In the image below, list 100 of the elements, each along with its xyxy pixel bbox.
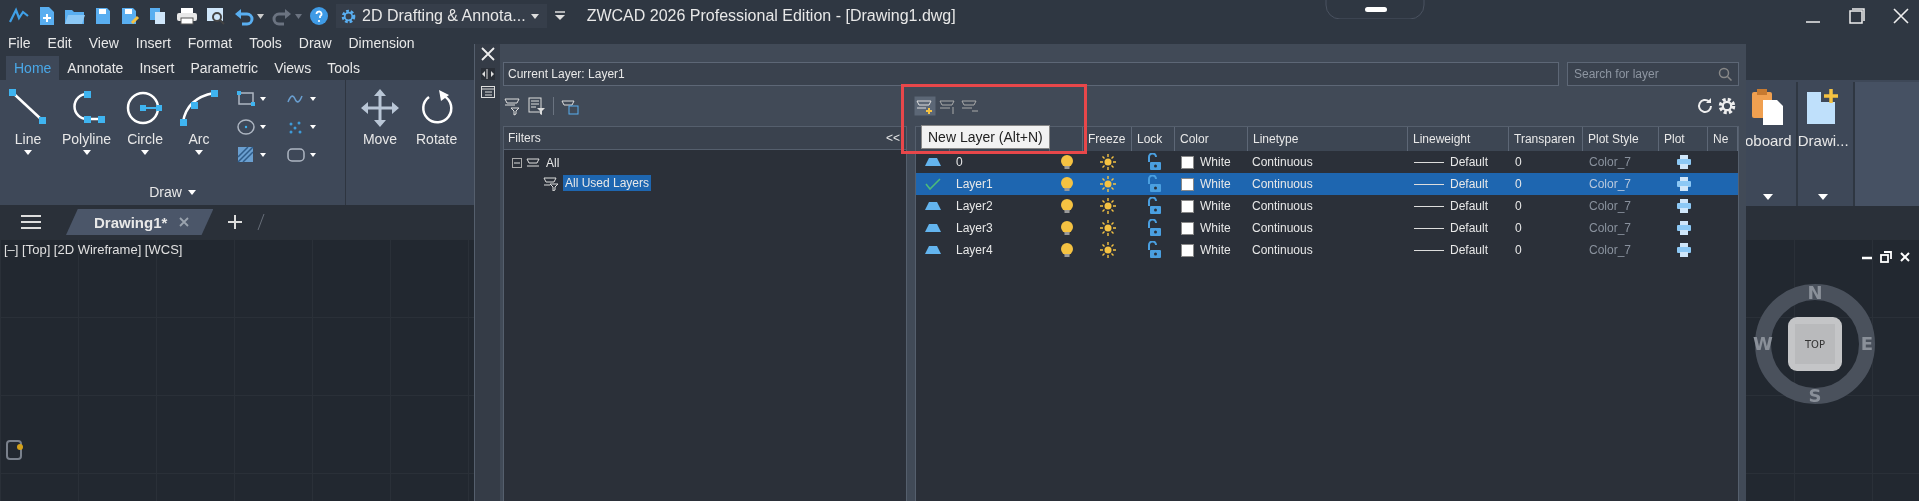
ellipse-icon[interactable] — [237, 118, 268, 136]
linetype-cell[interactable]: Continuous — [1248, 173, 1408, 195]
transparency-cell[interactable]: 0 — [1509, 239, 1583, 261]
ribbon-tool-button[interactable]: oboard — [1745, 88, 1792, 149]
draw-panel-title[interactable]: Draw — [149, 184, 196, 200]
color-swatch[interactable] — [1181, 155, 1194, 169]
menu-item[interactable]: Draw — [298, 35, 332, 51]
sun-icon[interactable] — [1099, 154, 1116, 170]
menu-item[interactable]: Tools — [249, 35, 282, 51]
ribbon-tab[interactable]: Annotate — [59, 56, 132, 80]
lineweight-value[interactable]: Default — [1450, 221, 1489, 235]
sun-icon[interactable] — [1099, 176, 1116, 192]
undo-icon[interactable] — [234, 6, 254, 26]
new-file-icon[interactable] — [38, 6, 56, 26]
print-preview-icon[interactable] — [206, 6, 226, 26]
draw-tool-button[interactable]: Circle — [121, 88, 170, 155]
maximize-icon[interactable] — [1849, 8, 1865, 24]
handle-icon[interactable] — [1325, 0, 1426, 19]
transparency-cell[interactable]: 0 — [1509, 217, 1583, 239]
light-bulb-icon[interactable] — [1059, 154, 1074, 170]
redo-icon[interactable] — [272, 6, 292, 26]
column-header[interactable]: Plot — [1659, 127, 1708, 151]
caret-icon[interactable] — [1763, 194, 1774, 200]
sun-icon[interactable] — [1099, 198, 1116, 214]
color-swatch[interactable] — [1181, 221, 1194, 235]
printer-icon[interactable] — [1675, 154, 1692, 170]
ribbon-tab[interactable]: Views — [266, 56, 320, 80]
document-tab[interactable]: Drawing1* — [66, 209, 214, 235]
top-face-button[interactable]: TOP — [1788, 317, 1842, 371]
layer-row[interactable]: Layer3 White Continuous Default 0 Color_7 — [916, 217, 1738, 239]
rounded-rectangle-icon[interactable] — [287, 146, 318, 164]
printer-icon[interactable] — [1675, 220, 1692, 236]
lineweight-value[interactable]: Default — [1450, 243, 1489, 257]
column-header[interactable]: Transparen — [1509, 127, 1583, 151]
draw-tool-button[interactable]: Polyline — [58, 88, 116, 155]
transparency-cell[interactable]: 0 — [1509, 195, 1583, 217]
unlocked-padlock-icon[interactable] — [1145, 241, 1162, 259]
lineweight-value[interactable]: Default — [1450, 177, 1489, 191]
menu-icon[interactable] — [20, 214, 42, 230]
column-header[interactable]: Linetype — [1248, 127, 1408, 151]
column-header[interactable]: Lineweight — [1408, 127, 1509, 151]
help-icon[interactable] — [310, 7, 328, 25]
auto-hide-icon[interactable] — [480, 68, 495, 80]
printer-icon[interactable] — [1675, 176, 1692, 192]
rectangle-icon[interactable] — [237, 90, 268, 108]
filter-icon[interactable] — [503, 96, 523, 116]
collapse-node-icon[interactable] — [512, 158, 522, 168]
layer-row[interactable]: Layer1 White Continuous Default 0 Color_7 — [916, 173, 1738, 195]
layer-row[interactable]: Layer2 White Continuous Default 0 Color_7 — [916, 195, 1738, 217]
filter-list-icon[interactable] — [527, 96, 547, 116]
properties-icon[interactable] — [480, 86, 495, 98]
ribbon-tab[interactable]: Tools — [319, 56, 368, 80]
collapse-button[interactable]: << — [886, 131, 900, 145]
caret-icon[interactable] — [1818, 194, 1829, 200]
customize-menu-icon[interactable] — [554, 11, 565, 21]
color-swatch[interactable] — [1181, 243, 1194, 257]
column-header[interactable]: Plot Style — [1583, 127, 1659, 151]
caret-icon[interactable] — [257, 13, 264, 19]
menu-item[interactable]: View — [88, 35, 119, 51]
ribbon-tool-button[interactable]: Drawi... — [1797, 88, 1849, 149]
layer-row[interactable]: Layer4 White Continuous Default 0 Color_7 — [916, 239, 1738, 261]
menu-item[interactable]: Insert — [135, 35, 171, 51]
draw-tool-button[interactable]: Line — [4, 88, 52, 155]
tree-item[interactable]: All Used Layers — [563, 175, 652, 191]
color-swatch[interactable] — [1181, 199, 1194, 213]
menu-item[interactable]: File — [8, 35, 31, 51]
column-header[interactable]: Ne — [1708, 127, 1738, 151]
hatch-icon[interactable] — [237, 146, 268, 164]
sun-icon[interactable] — [1099, 220, 1116, 236]
modify-tool-button[interactable]: Rotate — [410, 88, 464, 147]
copy-files-icon[interactable] — [148, 6, 168, 26]
light-bulb-icon[interactable] — [1059, 198, 1074, 214]
printer-icon[interactable] — [1675, 242, 1692, 258]
compass-ring[interactable] — [1755, 284, 1875, 404]
column-header[interactable]: Lock — [1132, 127, 1175, 151]
ribbon-tab[interactable]: Home — [6, 56, 60, 80]
save-as-icon[interactable] — [120, 6, 140, 26]
light-bulb-icon[interactable] — [1059, 242, 1074, 258]
menu-item[interactable]: Format — [187, 35, 233, 51]
unlocked-padlock-icon[interactable] — [1145, 197, 1162, 215]
refresh-icon[interactable] — [1695, 96, 1715, 116]
unlocked-padlock-icon[interactable] — [1145, 219, 1162, 237]
viewport-label[interactable]: [–] [Top] [2D Wireframe] [WCS] — [4, 242, 183, 257]
settings-icon[interactable] — [1717, 96, 1737, 116]
tree-item[interactable]: All — [544, 155, 562, 171]
lineweight-value[interactable]: Default — [1450, 199, 1489, 213]
linetype-cell[interactable]: Continuous — [1248, 217, 1408, 239]
search-field[interactable]: Search for layer — [1567, 62, 1739, 86]
linetype-cell[interactable]: Continuous — [1248, 151, 1408, 173]
ribbon-tab[interactable]: Parametric — [182, 56, 267, 80]
transparency-cell[interactable]: 0 — [1509, 151, 1583, 173]
save-icon[interactable] — [94, 6, 112, 26]
transparency-cell[interactable]: 0 — [1509, 173, 1583, 195]
modify-tool-button[interactable]: Move — [354, 88, 406, 147]
layer-row[interactable]: 0 White Continuous Default 0 Color_7 — [916, 151, 1738, 173]
workspace-dropdown[interactable]: 2D Drafting & Annota... — [336, 4, 547, 28]
menu-item[interactable]: Edit — [47, 35, 72, 51]
draw-tool-button[interactable]: Arc — [175, 88, 224, 155]
current-layer-field[interactable]: Current Layer: Layer1 — [503, 62, 1559, 86]
lineweight-value[interactable]: Default — [1450, 155, 1489, 169]
